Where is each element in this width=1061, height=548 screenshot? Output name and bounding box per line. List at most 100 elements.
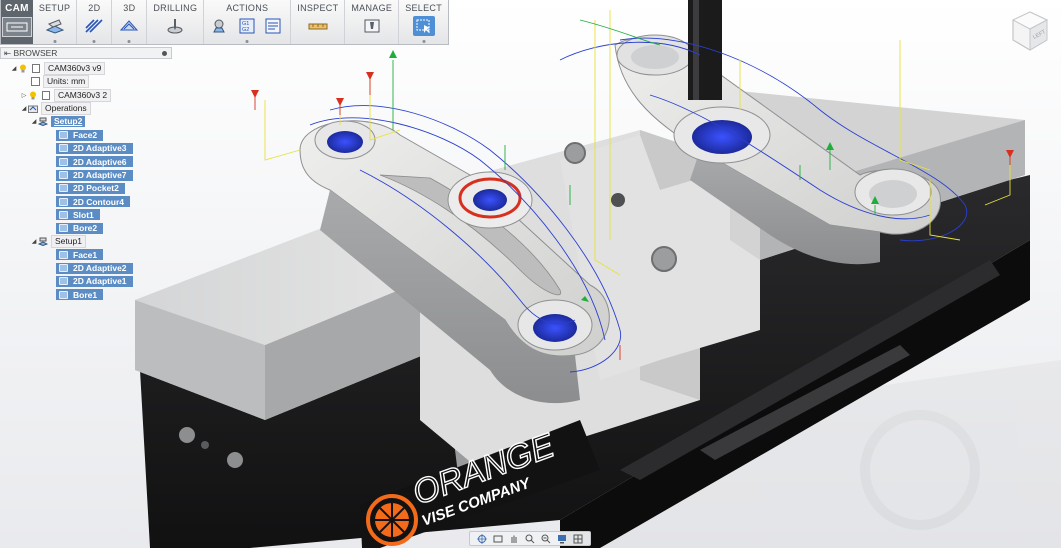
toolbar-group-drilling[interactable]: DRILLING — [147, 0, 205, 44]
collapse-arrow-icon[interactable]: ◢ — [20, 105, 28, 112]
pan-icon[interactable] — [509, 534, 519, 544]
lightbulb-icon[interactable] — [18, 64, 28, 73]
adaptive-operation-icon — [59, 144, 68, 153]
viewcube[interactable]: LEFT — [1011, 10, 1049, 52]
operation-item[interactable]: 2D Pocket2 — [0, 182, 172, 195]
units-icon — [30, 77, 40, 87]
browser-tree: ◢ CAM360v3 v9 Units: mm ▷ CAM360v3 2 ◢ O… — [0, 62, 172, 301]
toolbar-group-manage[interactable]: MANAGE — [345, 0, 400, 44]
look-at-icon[interactable] — [493, 534, 503, 544]
workspace-label: CAM — [5, 3, 29, 14]
tool-library-icon[interactable] — [361, 16, 383, 36]
drill-icon[interactable] — [164, 16, 186, 36]
zoom-window-icon[interactable] — [541, 534, 551, 544]
dropdown-dot-icon[interactable] — [422, 40, 426, 43]
operations-folder-icon — [28, 104, 38, 114]
collapse-panel-icon[interactable]: ⇤ — [4, 48, 11, 58]
contour-operation-icon — [59, 197, 68, 206]
pocket-operation-icon — [59, 184, 68, 193]
select-cursor-icon[interactable] — [412, 16, 435, 36]
toolbar-group-setup[interactable]: SETUP — [33, 0, 78, 44]
browser-panel: ⇤ BROWSER ◢ CAM360v3 v9 Units: mm ▷ CAM3… — [0, 47, 172, 301]
document-icon — [31, 64, 41, 74]
tree-node-setup1[interactable]: ◢ Setup1 — [0, 235, 172, 248]
component-icon — [41, 90, 51, 100]
browser-options-icon[interactable] — [162, 50, 167, 56]
operation-item[interactable]: Face2 — [0, 128, 172, 141]
toolbar-group-actions[interactable]: ACTIONS G1 G2 — [204, 0, 292, 44]
post-process-icon[interactable]: G1 G2 — [236, 16, 258, 36]
face-operation-icon — [59, 131, 68, 140]
adaptive-operation-icon — [59, 171, 68, 180]
lightbulb-icon[interactable] — [28, 91, 38, 100]
2d-adaptive-icon[interactable] — [83, 16, 105, 36]
operation-item[interactable]: 2D Contour4 — [0, 195, 172, 208]
tree-node-root[interactable]: ◢ CAM360v3 v9 — [0, 62, 172, 76]
measure-icon[interactable] — [307, 16, 329, 36]
group-label: 2D — [88, 3, 101, 13]
group-label: DRILLING — [153, 3, 198, 13]
operation-item[interactable]: 2D Adaptive6 — [0, 155, 172, 168]
orbit-icon[interactable] — [477, 533, 487, 544]
display-settings-icon[interactable] — [557, 534, 567, 544]
group-label: MANAGE — [351, 3, 393, 13]
expand-arrow-icon[interactable]: ▷ — [20, 92, 28, 99]
operation-item[interactable]: 2D Adaptive7 — [0, 168, 172, 181]
adaptive-operation-icon — [59, 157, 68, 166]
tree-node-linked[interactable]: ▷ CAM360v3 2 — [0, 88, 172, 102]
operation-item[interactable]: Slot1 — [0, 208, 172, 221]
tree-label: CAM360v3 v9 — [44, 62, 106, 76]
group-label: ACTIONS — [226, 3, 269, 13]
setup-icon — [38, 237, 48, 246]
toolbar-group-2d[interactable]: 2D — [77, 0, 113, 44]
tree-label: Units: mm — [43, 75, 90, 89]
toolbar: CAM SETUP 2D 3D DRILLING ACTIONS G1 G2 I… — [0, 0, 449, 45]
operation-item[interactable]: Bore1 — [0, 288, 172, 301]
setup-icon — [38, 117, 48, 127]
tree-label: Setup2 — [51, 116, 86, 128]
toolbar-group-3d[interactable]: 3D — [112, 0, 148, 44]
simulate-icon[interactable] — [210, 16, 232, 36]
navigation-bar — [469, 531, 591, 546]
browser-title: BROWSER — [13, 47, 58, 58]
dropdown-dot-icon[interactable] — [245, 40, 249, 43]
new-setup-icon[interactable] — [44, 16, 66, 36]
3d-adaptive-icon[interactable] — [118, 16, 140, 36]
operation-item[interactable]: Bore2 — [0, 222, 172, 235]
tree-node-units[interactable]: Units: mm — [0, 75, 172, 89]
dropdown-dot-icon[interactable] — [127, 40, 131, 43]
browser-header[interactable]: ⇤ BROWSER — [0, 47, 172, 59]
group-label: SETUP — [38, 3, 71, 13]
adaptive-operation-icon — [59, 277, 68, 286]
bore-operation-icon — [59, 224, 68, 233]
slot-operation-icon — [59, 210, 68, 219]
collapse-arrow-icon[interactable]: ◢ — [10, 65, 18, 72]
collapse-arrow-icon[interactable]: ◢ — [30, 238, 38, 245]
toolbar-group-inspect[interactable]: INSPECT — [291, 0, 346, 44]
dropdown-dot-icon[interactable] — [53, 40, 57, 43]
bore-operation-icon — [59, 290, 68, 299]
group-label: 3D — [123, 3, 136, 13]
operation-item[interactable]: Face1 — [0, 248, 172, 261]
tree-label: Operations — [41, 102, 91, 116]
operation-item[interactable]: 2D Adaptive3 — [0, 142, 172, 155]
setup-sheet-icon[interactable] — [262, 16, 284, 36]
workspace-switcher[interactable]: CAM — [1, 0, 33, 44]
grid-settings-icon[interactable] — [573, 534, 583, 544]
tree-node-setup2[interactable]: ◢ Setup2 — [0, 115, 172, 128]
cutting-tool — [688, 0, 722, 100]
cam-workspace-icon — [1, 17, 32, 37]
group-label: INSPECT — [297, 3, 339, 13]
svg-text:G2: G2 — [242, 27, 249, 33]
operation-item[interactable]: 2D Adaptive1 — [0, 275, 172, 288]
operation-item[interactable]: 2D Adaptive2 — [0, 261, 172, 274]
zoom-icon[interactable] — [525, 534, 535, 544]
face-operation-icon — [59, 250, 68, 259]
tree-label: Setup1 — [51, 235, 86, 248]
dropdown-dot-icon[interactable] — [92, 40, 96, 43]
tree-label: CAM360v3 2 — [54, 88, 112, 102]
tree-node-operations[interactable]: ◢ Operations — [0, 102, 172, 116]
toolbar-group-select[interactable]: SELECT — [399, 0, 448, 44]
collapse-arrow-icon[interactable]: ◢ — [30, 118, 38, 125]
adaptive-operation-icon — [59, 264, 68, 273]
